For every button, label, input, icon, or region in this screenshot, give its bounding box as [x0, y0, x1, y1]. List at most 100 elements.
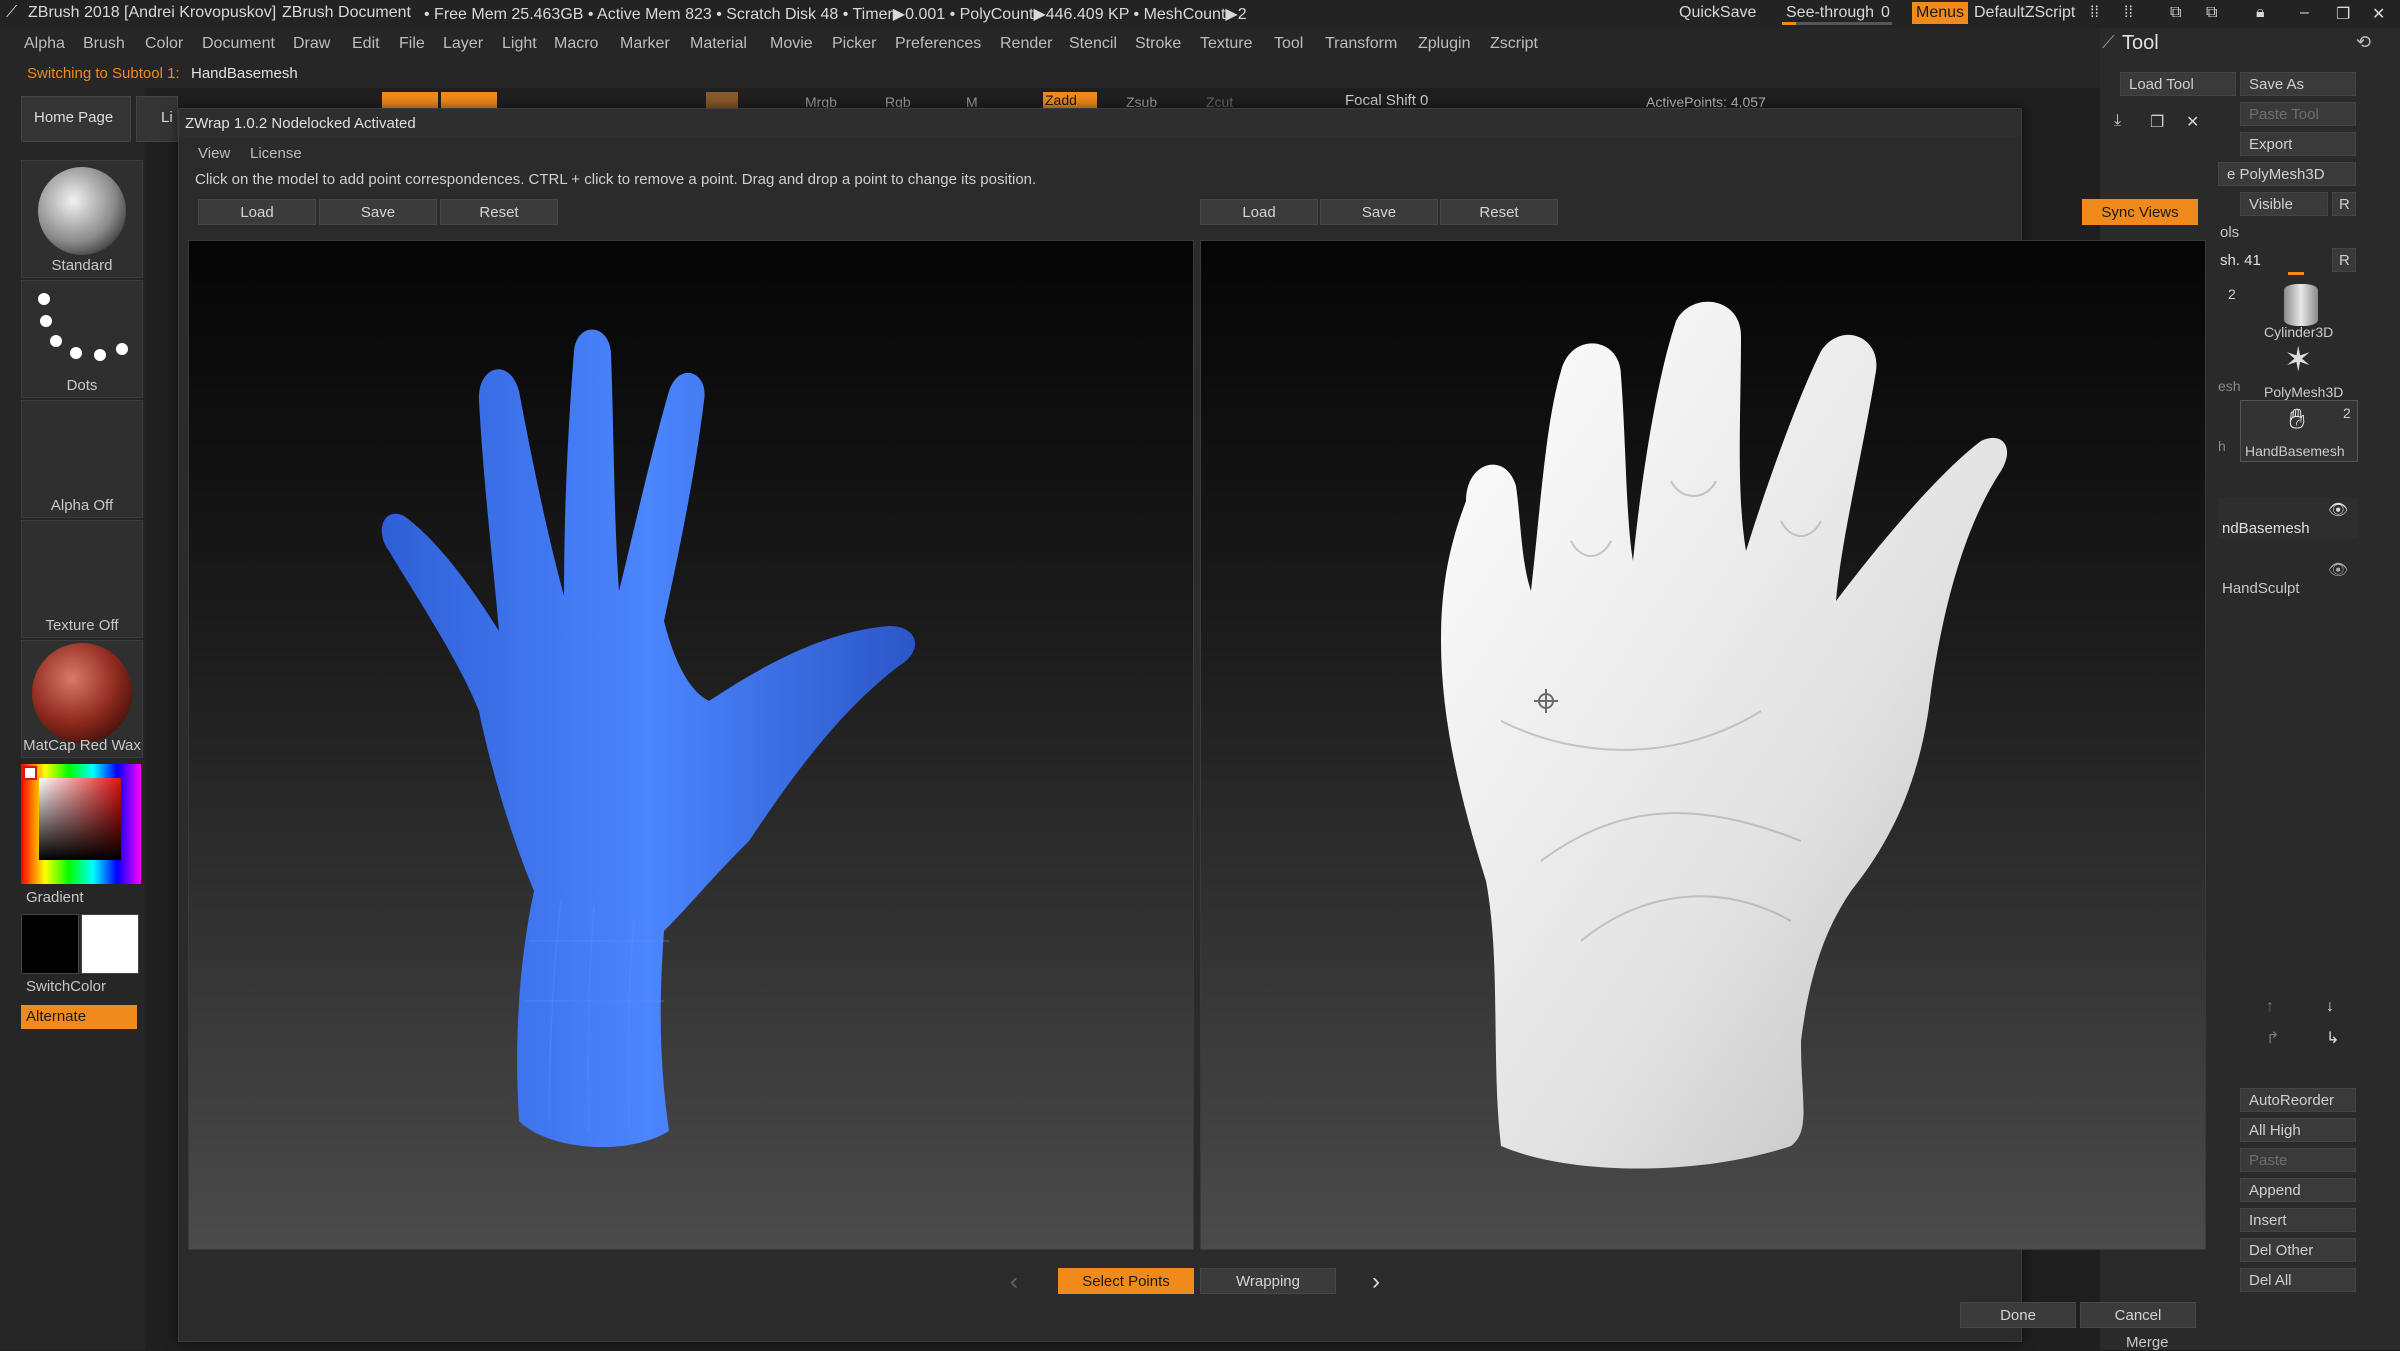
palette-icon[interactable]: ⁞⁞: [2090, 4, 2099, 22]
tool-palette-icon[interactable]: ⟋: [2102, 32, 2115, 53]
dialog-menu-license[interactable]: License: [250, 145, 302, 162]
see-through-slider[interactable]: [1782, 22, 1892, 25]
visibility-eye-icon-2[interactable]: 👁︎: [2328, 560, 2348, 580]
see-through-label[interactable]: See-through: [1786, 4, 1874, 22]
menu-render[interactable]: Render: [1000, 35, 1052, 53]
left-save-button[interactable]: Save: [319, 199, 437, 225]
right-save-button[interactable]: Save: [1320, 199, 1438, 225]
tool-panel-header[interactable]: Tool: [2122, 32, 2159, 55]
basemesh-hand-model[interactable]: [189, 241, 1195, 1251]
right-reset-button[interactable]: Reset: [1440, 199, 1558, 225]
sculpt-viewport[interactable]: [1200, 240, 2206, 1250]
save-as-button[interactable]: Save As: [2240, 72, 2356, 96]
menu-marker[interactable]: Marker: [620, 35, 670, 53]
append-button[interactable]: Append: [2240, 1178, 2356, 1202]
menu-layer[interactable]: Layer: [443, 35, 483, 53]
dialog-minimize-icon[interactable]: ⤓: [2114, 112, 2121, 130]
cancel-button[interactable]: Cancel: [2080, 1302, 2196, 1328]
export-button[interactable]: Export: [2240, 132, 2356, 156]
done-button[interactable]: Done: [1960, 1302, 2076, 1328]
menu-zplugin[interactable]: Zplugin: [1418, 35, 1470, 53]
paste-button[interactable]: Paste: [2240, 1148, 2356, 1172]
menu-color[interactable]: Color: [145, 35, 183, 53]
menu-movie[interactable]: Movie: [770, 35, 813, 53]
menu-edit[interactable]: Edit: [352, 35, 380, 53]
menu-transform[interactable]: Transform: [1325, 35, 1397, 53]
menu-zscript[interactable]: Zscript: [1490, 35, 1538, 53]
del-all-button[interactable]: Del All: [2240, 1268, 2356, 1292]
menu-alpha[interactable]: Alpha: [24, 35, 65, 53]
window-icon[interactable]: ⧉: [2170, 4, 2181, 22]
basemesh-viewport[interactable]: [188, 240, 1194, 1250]
dialog-menu-view[interactable]: View: [198, 145, 230, 162]
select-points-button[interactable]: Select Points: [1058, 1268, 1194, 1294]
home-page-button[interactable]: Home Page: [21, 96, 131, 142]
color-picker[interactable]: [21, 764, 141, 884]
refresh-icon[interactable]: ⟲: [2356, 32, 2371, 53]
autoreorder-button[interactable]: AutoReorder: [2240, 1088, 2356, 1112]
minimize-icon[interactable]: –: [2300, 4, 2309, 22]
menu-document[interactable]: Document: [202, 35, 275, 53]
main-color-swatch[interactable]: [81, 914, 139, 974]
sculpt-hand-model[interactable]: [1201, 241, 2207, 1251]
del-other-button[interactable]: Del Other: [2240, 1238, 2356, 1262]
lock-icon[interactable]: 🔒︎: [2256, 4, 2265, 22]
alternate-button[interactable]: Alternate: [21, 1005, 137, 1029]
reorder2-icon[interactable]: ↳: [2326, 1028, 2339, 1048]
lightbox-button[interactable]: Li: [136, 96, 178, 142]
all-high-button[interactable]: All High: [2240, 1118, 2356, 1142]
switch-color-button[interactable]: SwitchColor: [26, 978, 106, 995]
color-picker-marker-icon[interactable]: [23, 766, 37, 780]
polymesh3d-tool[interactable]: ✶ PolyMesh3D: [2240, 340, 2356, 400]
menu-picker[interactable]: Picker: [832, 35, 876, 53]
menu-texture[interactable]: Texture: [1200, 35, 1252, 53]
palette2-icon[interactable]: ⁞⁞: [2124, 4, 2133, 22]
stroke-selector[interactable]: Dots: [21, 280, 143, 398]
sync-views-button[interactable]: Sync Views: [2082, 199, 2198, 225]
menu-material[interactable]: Material: [690, 35, 747, 53]
rotate-button[interactable]: [706, 92, 738, 108]
edit-mode-button[interactable]: [382, 92, 438, 108]
merge-label[interactable]: Merge: [2126, 1334, 2169, 1351]
menu-preferences[interactable]: Preferences: [895, 35, 981, 53]
wrapping-button[interactable]: Wrapping: [1200, 1268, 1336, 1294]
prev-step-icon[interactable]: ‹: [1010, 1268, 1018, 1296]
visible-r-button[interactable]: R: [2332, 192, 2356, 216]
visible-button[interactable]: Visible: [2240, 192, 2328, 216]
menus-button[interactable]: Menus: [1912, 2, 1969, 24]
visibility-eye-icon[interactable]: 👁︎: [2328, 500, 2348, 520]
subtool-row-1[interactable]: 👁︎ ndBasemesh: [2218, 498, 2358, 538]
cylinder3d-tool[interactable]: Cylinder3D: [2240, 280, 2356, 340]
paste-tool-button[interactable]: Paste Tool: [2240, 102, 2356, 126]
mesh-r-button[interactable]: R: [2332, 248, 2356, 272]
restore-icon[interactable]: ❐: [2336, 4, 2350, 24]
handbasemesh-tool[interactable]: ✋︎ 2 HandBasemesh: [2240, 400, 2358, 462]
right-load-button[interactable]: Load: [1200, 199, 1318, 225]
next-step-icon[interactable]: ›: [1372, 1268, 1380, 1296]
color-picker-square[interactable]: [39, 778, 121, 860]
draw-mode-button[interactable]: [441, 92, 497, 108]
dialog-close-icon[interactable]: ✕: [2186, 112, 2199, 132]
load-tool-button[interactable]: Load Tool: [2120, 72, 2236, 96]
subtool-row-2[interactable]: 👁︎ HandSculpt: [2218, 558, 2358, 598]
left-load-button[interactable]: Load: [198, 199, 316, 225]
left-reset-button[interactable]: Reset: [440, 199, 558, 225]
current-mesh-slider[interactable]: sh. 41: [2220, 252, 2261, 269]
alpha-selector[interactable]: Alpha Off: [21, 400, 143, 518]
menu-brush[interactable]: Brush: [83, 35, 125, 53]
menu-stroke[interactable]: Stroke: [1135, 35, 1181, 53]
reorder-icon[interactable]: ↱: [2266, 1028, 2279, 1048]
quicksave-button[interactable]: QuickSave: [1679, 4, 1756, 22]
move-down-icon[interactable]: ↓: [2326, 998, 2334, 1016]
focal-shift-slider[interactable]: Focal Shift 0: [1345, 92, 1428, 109]
move-up-icon[interactable]: ↑: [2266, 998, 2274, 1016]
material-selector[interactable]: MatCap Red Wax: [21, 640, 143, 758]
menu-light[interactable]: Light: [502, 35, 537, 53]
secondary-color-swatch[interactable]: [21, 914, 79, 974]
menu-file[interactable]: File: [399, 35, 425, 53]
layout-icon[interactable]: ⧉: [2206, 4, 2217, 22]
clone-polymesh-button[interactable]: e PolyMesh3D: [2218, 162, 2356, 186]
insert-button[interactable]: Insert: [2240, 1208, 2356, 1232]
dialog-maximize-icon[interactable]: ❐: [2150, 112, 2164, 132]
brush-selector[interactable]: Standard: [21, 160, 143, 278]
